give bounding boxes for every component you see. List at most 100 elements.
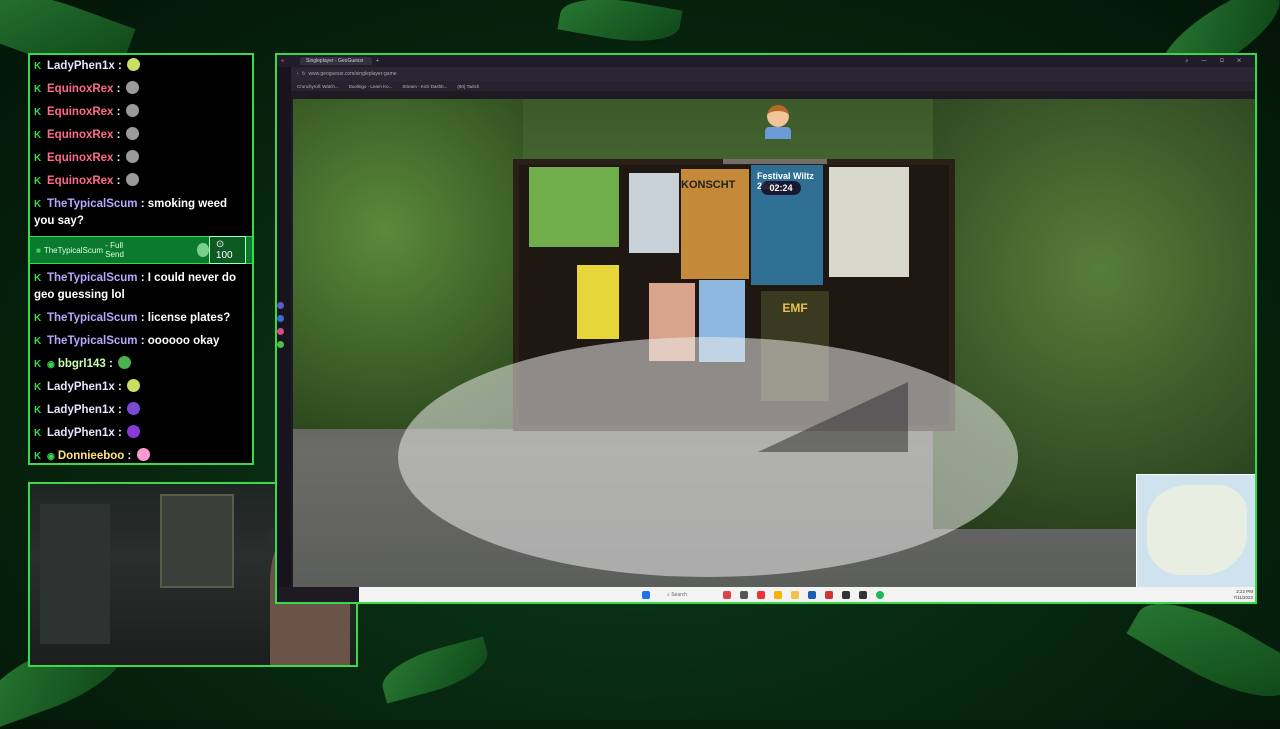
- navigation-ellipse[interactable]: [398, 337, 1018, 577]
- hand-emote-icon: [125, 127, 139, 140]
- chat-message: K ◉ Donnieeboo :: [30, 445, 252, 463]
- folder-icon[interactable]: [791, 591, 799, 599]
- sidebar-icon[interactable]: [277, 328, 284, 335]
- chat-message: K EquinoxRex :: [30, 101, 252, 124]
- chat-username[interactable]: EquinoxRex: [47, 106, 113, 118]
- chat-username[interactable]: LadyPhen1x: [47, 404, 115, 416]
- mod-badge-icon: K: [34, 199, 42, 210]
- chat-username[interactable]: EquinoxRex: [47, 129, 113, 141]
- bookmark-item[interactable]: Duolingo - Learn Ko...: [349, 84, 393, 89]
- chat-message: K LadyPhen1x :: [30, 376, 252, 399]
- mod-badge-icon: K: [34, 84, 42, 95]
- hand-emote-icon: [125, 173, 139, 186]
- leaf-decoration: [557, 0, 683, 51]
- spotify-icon[interactable]: [876, 591, 884, 599]
- shelf: [40, 504, 110, 644]
- round-timer: 02:24: [761, 181, 801, 195]
- app-icon[interactable]: [825, 591, 833, 599]
- chat-separator: :: [113, 152, 124, 164]
- bookmark-item[interactable]: Crunchyroll: Watch...: [297, 84, 339, 89]
- window-controls[interactable]: ⌕ — ▢ ✕: [1185, 58, 1247, 64]
- chat-username[interactable]: Donnieeboo: [58, 450, 124, 462]
- taskbar-clock[interactable]: 2:22 PM 7/11/2023: [1233, 589, 1253, 601]
- sidebar-icon[interactable]: [277, 315, 284, 322]
- poster-people: [629, 173, 679, 253]
- chat-username[interactable]: LadyPhen1x: [47, 427, 115, 439]
- leaf-emote-icon: [118, 356, 132, 369]
- poster-skulptura: [529, 167, 619, 247]
- app-icon[interactable]: [740, 591, 748, 599]
- chat-message: K EquinoxRex :: [30, 147, 252, 170]
- chat-username[interactable]: TheTypicalScum: [47, 312, 138, 324]
- alien-emote-icon: [126, 379, 140, 392]
- chat-username[interactable]: EquinoxRex: [47, 175, 113, 187]
- chat-message: K TheTypicalScum : I could never do geo g…: [30, 267, 252, 307]
- street-view-panorama[interactable]: KONSCHT Festival Wiltz 2023 EMF 02:24: [293, 99, 1255, 587]
- chat-separator: :: [113, 83, 124, 95]
- url-text[interactable]: www.geoguessr.com/singleplayer-game: [308, 71, 396, 77]
- guess-map[interactable]: [1136, 474, 1255, 587]
- chat-username[interactable]: LadyPhen1x: [47, 381, 115, 393]
- mod-badge-icon: K: [34, 359, 42, 370]
- poster-konscht: KONSCHT: [681, 169, 749, 279]
- hand-emote-icon: [125, 104, 139, 117]
- chat-username[interactable]: EquinoxRex: [47, 83, 113, 95]
- taskbar-search[interactable]: ⌕ Search: [659, 590, 707, 601]
- mod-badge-icon: K: [34, 61, 42, 72]
- chat-username[interactable]: LadyPhen1x: [47, 60, 115, 72]
- chat-separator: :: [114, 381, 125, 393]
- tab-bar: ● Singleplayer - GeoGuessr + ⌕ — ▢ ✕: [277, 55, 1255, 67]
- poster-yellow: [577, 265, 619, 339]
- cheer-label: - Full Send: [105, 241, 124, 259]
- alien-emote-icon: [126, 58, 140, 71]
- mod-badge-icon: K: [34, 451, 42, 462]
- cheer-amount: ⊙ 100: [208, 236, 246, 264]
- app-icon[interactable]: [808, 591, 816, 599]
- chat-separator: :: [113, 175, 124, 187]
- cheer-emote-icon: [197, 243, 209, 257]
- app-icon[interactable]: [842, 591, 850, 599]
- new-tab-icon[interactable]: +: [376, 58, 379, 64]
- chat-separator: :: [114, 404, 125, 416]
- chat-username[interactable]: TheTypicalScum: [47, 335, 138, 347]
- chat-separator: :: [137, 198, 148, 210]
- mod-badge-icon: K: [34, 428, 42, 439]
- chat-separator: :: [137, 272, 148, 284]
- bookmark-item[interactable]: Stream - Kick Dashb...: [402, 84, 447, 89]
- chat-text: license plates?: [147, 312, 231, 324]
- back-icon[interactable]: ‹: [297, 71, 299, 77]
- chat-username[interactable]: bbgrl143: [58, 358, 106, 370]
- vip-badge-icon: ◉: [47, 359, 55, 369]
- chrome-icon[interactable]: [774, 591, 782, 599]
- sidebar-icon[interactable]: [277, 341, 284, 348]
- landmass: [1147, 485, 1247, 575]
- move-arrow[interactable]: [608, 382, 908, 452]
- mod-badge-icon: K: [34, 153, 42, 164]
- hand-emote-icon: [125, 150, 139, 163]
- reload-icon[interactable]: ↻: [301, 71, 305, 77]
- app-icon[interactable]: [723, 591, 731, 599]
- chat-separator: :: [114, 427, 125, 439]
- browser-window: ● Singleplayer - GeoGuessr + ⌕ — ▢ ✕ ‹ ↻…: [275, 53, 1257, 604]
- sidebar-icon[interactable]: [277, 302, 284, 309]
- chat-username[interactable]: TheTypicalScum: [47, 272, 138, 284]
- chat-message: K LadyPhen1x :: [30, 55, 252, 78]
- opera-icon[interactable]: [757, 591, 765, 599]
- vip-badge-icon: ◉: [47, 451, 55, 461]
- chat-separator: :: [137, 335, 148, 347]
- address-bar[interactable]: ‹ ↻ www.geoguessr.com/singleplayer-game: [277, 67, 1255, 81]
- chat-separator: :: [113, 106, 124, 118]
- chat-username[interactable]: EquinoxRex: [47, 152, 113, 164]
- bookmark-item[interactable]: (90) Twitch: [457, 84, 479, 89]
- chat-username[interactable]: TheTypicalScum: [47, 198, 138, 210]
- windows-taskbar: ⌕ Search 2:22 PM 7/11/2023: [359, 587, 1255, 602]
- app-icon[interactable]: [859, 591, 867, 599]
- chat-message: K LadyPhen1x :: [30, 399, 252, 422]
- poster-map: [829, 167, 909, 277]
- tab-geoguessr[interactable]: Singleplayer - GeoGuessr: [300, 57, 373, 65]
- windows-start-icon[interactable]: [642, 591, 650, 599]
- mod-badge-icon: K: [34, 313, 42, 324]
- mod-badge-icon: K: [34, 176, 42, 187]
- mod-badge-icon: K: [34, 382, 42, 393]
- alien-emote-icon: [126, 425, 140, 438]
